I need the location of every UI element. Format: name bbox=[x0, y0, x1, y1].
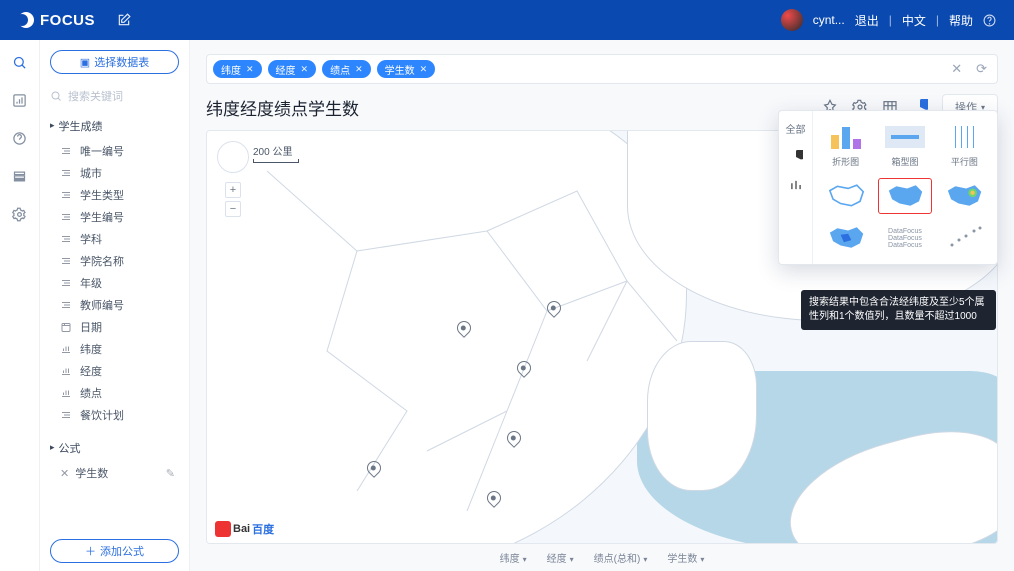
clear-icon[interactable]: ✕ bbox=[951, 61, 962, 77]
axis-score[interactable]: 绩点(总和)▾ bbox=[594, 550, 648, 565]
field-list: 唯一编号 城市 学生类型 学生编号 学科 学院名称 年级 教师编号 日期 纬度 … bbox=[50, 140, 179, 426]
field-item[interactable]: 学院名称 bbox=[50, 250, 179, 272]
tag-close-icon[interactable]: ✕ bbox=[246, 64, 254, 75]
refresh-icon[interactable]: ⟳ bbox=[976, 61, 987, 77]
formula-edit-icon[interactable]: ✎ bbox=[166, 467, 175, 480]
map-zoom-controls: + − bbox=[217, 141, 249, 217]
edit-icon[interactable] bbox=[117, 13, 131, 27]
section-formula[interactable]: ▸公式 bbox=[50, 440, 179, 456]
chart-type-map-filled[interactable] bbox=[878, 178, 931, 214]
logout-link[interactable]: 退出 bbox=[855, 12, 879, 29]
add-formula-button[interactable]: ＋添加公式 bbox=[50, 539, 179, 563]
pan-control[interactable] bbox=[217, 141, 249, 173]
chart-type-datafocus[interactable]: DataFocusDataFocusDataFocus bbox=[878, 220, 931, 256]
zoom-out-button[interactable]: − bbox=[225, 201, 241, 217]
tag-close-icon[interactable]: ✕ bbox=[355, 64, 363, 75]
query-tag[interactable]: 经度✕ bbox=[268, 60, 317, 78]
header-right: cynt... 退出 | 中文 | 帮助 bbox=[781, 9, 996, 31]
panel-side: 全部 bbox=[779, 111, 813, 264]
field-item[interactable]: 绩点 bbox=[50, 382, 179, 404]
section-student[interactable]: ▸学生成绩 bbox=[50, 118, 179, 134]
search-placeholder: 搜索关键词 bbox=[68, 88, 123, 104]
brand-text: FOCUS bbox=[40, 12, 95, 29]
field-item[interactable]: 纬度 bbox=[50, 338, 179, 360]
brand-logo: FOCUS bbox=[18, 12, 95, 29]
axis-lng[interactable]: 经度▾ bbox=[547, 550, 574, 565]
field-item[interactable]: 日期 bbox=[50, 316, 179, 338]
panel-tab-pie-icon[interactable] bbox=[789, 150, 803, 164]
chart-type-box[interactable]: 箱型图 bbox=[878, 119, 931, 172]
chart-tooltip: 搜索结果中包含合法经纬度及至少5个属性列和1个数值列，且数量不超过1000 bbox=[801, 290, 996, 330]
tag-close-icon[interactable]: ✕ bbox=[301, 64, 309, 75]
field-item[interactable]: 年级 bbox=[50, 272, 179, 294]
help-icon[interactable] bbox=[983, 14, 996, 27]
field-item[interactable]: 经度 bbox=[50, 360, 179, 382]
baidu-paw-icon bbox=[215, 521, 231, 537]
formula-item[interactable]: ✕学生数 ✎ bbox=[50, 462, 179, 484]
username[interactable]: cynt... bbox=[813, 13, 845, 27]
chart-icon[interactable] bbox=[12, 92, 28, 108]
query-bar[interactable]: 纬度✕ 经度✕ 绩点✕ 学生数✕ ✕ ⟳ bbox=[206, 54, 998, 84]
moon-icon bbox=[18, 12, 34, 28]
query-tag[interactable]: 绩点✕ bbox=[322, 60, 371, 78]
chart-type-map-heat[interactable] bbox=[938, 178, 991, 214]
field-item[interactable]: 城市 bbox=[50, 162, 179, 184]
map-attribution: Bai百度 bbox=[215, 521, 274, 537]
field-item[interactable]: 学科 bbox=[50, 228, 179, 250]
field-item[interactable]: 学生类型 bbox=[50, 184, 179, 206]
chart-type-panel: 全部 折形图 箱型图 平行图 DataFocusDataFocusDataFoc… bbox=[778, 110, 998, 265]
map-scale: 200 公里 bbox=[253, 143, 299, 163]
page-title: 纬度经度绩点学生数 bbox=[206, 95, 359, 120]
sidebar: ▣选择数据表 搜索关键词 ▸学生成绩 唯一编号 城市 学生类型 学生编号 学科 … bbox=[40, 40, 190, 571]
chart-type-scatter[interactable] bbox=[938, 220, 991, 256]
field-item[interactable]: 唯一编号 bbox=[50, 140, 179, 162]
gear-icon[interactable] bbox=[12, 206, 28, 222]
search-icon[interactable] bbox=[12, 54, 28, 70]
field-item[interactable]: 餐饮计划 bbox=[50, 404, 179, 426]
icon-rail bbox=[0, 40, 40, 571]
field-item[interactable]: 教师编号 bbox=[50, 294, 179, 316]
chart-type-map-region[interactable] bbox=[819, 220, 872, 256]
field-item[interactable]: 学生编号 bbox=[50, 206, 179, 228]
zoom-in-button[interactable]: + bbox=[225, 182, 241, 198]
avatar[interactable] bbox=[781, 9, 803, 31]
app-header: FOCUS cynt... 退出 | 中文 | 帮助 bbox=[0, 0, 1014, 40]
list-icon[interactable] bbox=[12, 168, 28, 184]
axis-count[interactable]: 学生数▾ bbox=[667, 550, 704, 565]
chart-type-bar[interactable]: 折形图 bbox=[819, 119, 872, 172]
query-tag[interactable]: 学生数✕ bbox=[377, 60, 436, 78]
axis-labels: 纬度▾ 经度▾ 绩点(总和)▾ 学生数▾ bbox=[190, 544, 1014, 571]
main-area: 纬度✕ 经度✕ 绩点✕ 学生数✕ ✕ ⟳ 纬度经度绩点学生数 操作▾ bbox=[190, 40, 1014, 571]
select-table-button[interactable]: ▣选择数据表 bbox=[50, 50, 179, 74]
query-tag[interactable]: 纬度✕ bbox=[213, 60, 262, 78]
sidebar-search[interactable]: 搜索关键词 bbox=[50, 88, 179, 104]
axis-lat[interactable]: 纬度▾ bbox=[500, 550, 527, 565]
info-icon[interactable] bbox=[12, 130, 28, 146]
tag-close-icon[interactable]: ✕ bbox=[420, 64, 428, 75]
panel-tab-bars-icon[interactable] bbox=[789, 178, 803, 192]
panel-tab-all[interactable]: 全部 bbox=[786, 121, 806, 136]
chart-type-parallel[interactable]: 平行图 bbox=[938, 119, 991, 172]
chart-type-map-outline[interactable] bbox=[819, 178, 872, 214]
help-link[interactable]: 帮助 bbox=[949, 12, 973, 29]
lang-link[interactable]: 中文 bbox=[902, 12, 926, 29]
